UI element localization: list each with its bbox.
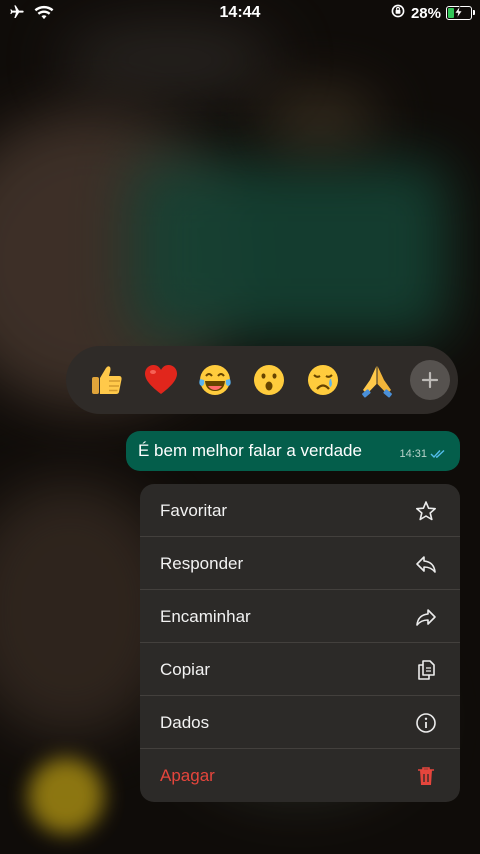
menu-item-label: Encaminhar	[160, 607, 251, 626]
tears-of-joy-icon	[199, 365, 231, 395]
message-text: É bem melhor falar a verdade	[138, 441, 362, 460]
forward-icon	[416, 609, 436, 626]
orientation-lock-icon	[390, 3, 406, 23]
surprised-face-icon	[254, 365, 284, 395]
double-check-icon	[430, 449, 445, 459]
reaction-red-heart[interactable]	[134, 353, 188, 407]
menu-item-encaminhar[interactable]: Encaminhar	[140, 590, 460, 643]
menu-item-dados[interactable]: Dados	[140, 696, 460, 749]
reaction-face-with-open-mouth[interactable]	[242, 353, 296, 407]
menu-item-favoritar[interactable]: Favoritar	[140, 484, 460, 537]
message-meta: 14:31	[399, 448, 446, 460]
crying-face-icon	[308, 365, 338, 395]
menu-item-copiar[interactable]: Copiar	[140, 643, 460, 696]
battery-charging-icon	[446, 6, 475, 20]
heart-icon	[145, 365, 177, 394]
info-icon	[416, 713, 436, 733]
folded-hands-icon	[362, 366, 392, 398]
reaction-thumbs-up[interactable]	[80, 353, 134, 407]
thumbs-up-icon	[92, 366, 122, 394]
menu-item-responder[interactable]: Responder	[140, 537, 460, 590]
menu-item-label: Dados	[160, 713, 210, 732]
reaction-crying-face[interactable]	[296, 353, 350, 407]
reply-icon	[416, 556, 436, 573]
trash-icon	[418, 767, 434, 785]
menu-item-label: Copiar	[160, 660, 211, 679]
menu-item-label: Apagar	[160, 766, 215, 785]
menu-item-label: Responder	[160, 554, 244, 573]
star-icon	[416, 501, 436, 521]
message-time: 14:31	[399, 448, 427, 460]
menu-item-label: Favoritar	[160, 501, 228, 520]
menu-item-apagar[interactable]: Apagar	[140, 749, 460, 802]
copy-icon	[418, 660, 435, 680]
reaction-face-with-tears-of-joy[interactable]	[188, 353, 242, 407]
status-bar: 14:44 28%	[0, 0, 480, 26]
context-menu: Favoritar Responder Encaminhar Copiar Da…	[140, 484, 460, 802]
message-bubble[interactable]: É bem melhor falar a verdade 14:31	[126, 431, 460, 471]
plus-icon	[421, 371, 439, 389]
more-reactions-button[interactable]	[410, 360, 450, 400]
battery-percent: 28%	[410, 4, 441, 22]
reaction-folded-hands[interactable]	[350, 353, 404, 407]
reaction-bar	[66, 346, 458, 414]
